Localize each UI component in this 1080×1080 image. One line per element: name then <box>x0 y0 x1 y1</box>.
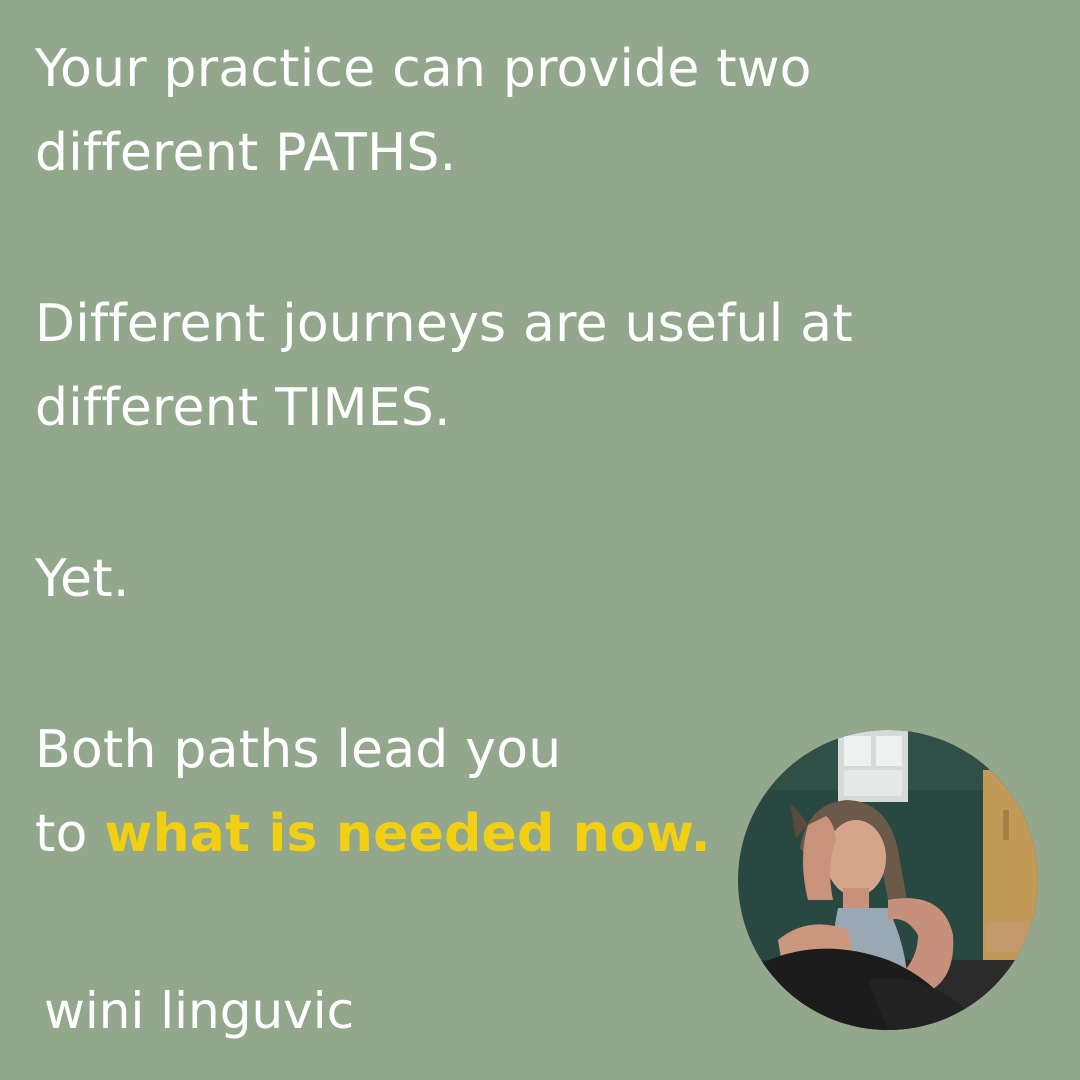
author-signature: wini linguvic <box>44 982 355 1040</box>
post-canvas: Your practice can provide two different … <box>0 0 1080 1080</box>
quote-line-2: different PATHS. <box>35 123 457 183</box>
quote-line-1: Your practice can provide two <box>35 39 812 99</box>
quote-line-7-prefix: to <box>35 804 105 864</box>
highlighted-phrase: what is needed now. <box>104 804 711 864</box>
quote-line-4: different TIMES. <box>35 378 451 438</box>
quote-line-3: Different journeys are useful at <box>35 294 853 354</box>
portrait-photo <box>738 730 1038 1030</box>
quote-line-5: Yet. <box>35 549 130 609</box>
